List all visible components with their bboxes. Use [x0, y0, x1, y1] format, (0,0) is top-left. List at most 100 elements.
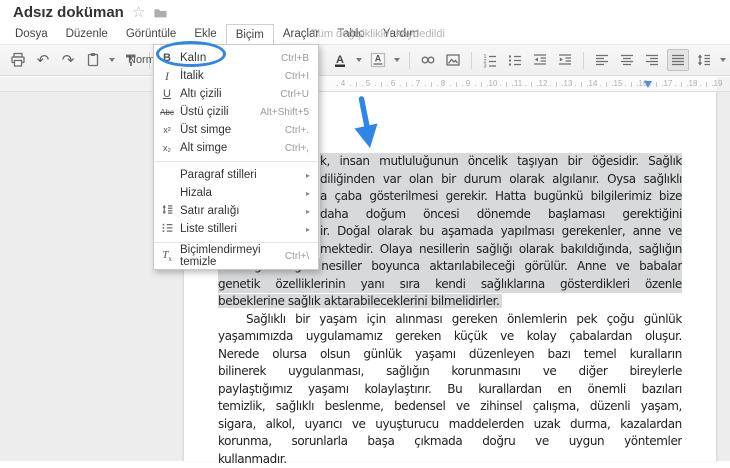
numbered-list-icon[interactable]: 123: [480, 50, 500, 70]
text-line: genetiközelliklerininyanısırakendisağlık…: [218, 276, 682, 294]
ruler-tick: [512, 85, 513, 86]
highlight-color-icon[interactable]: A: [368, 50, 388, 70]
document-header: Adsız doküman ☆: [13, 4, 168, 21]
ruler-tick: [531, 82, 532, 87]
ruler-tick: [556, 82, 557, 87]
ruler-tick: [406, 82, 407, 87]
menubar-item-biçim[interactable]: Biçim: [226, 24, 274, 44]
format-menu-item-i̇talik[interactable]: IİtalikCtrl+I: [154, 67, 318, 85]
text-line: korunma,sorunlarlabaşaçıkmadadoğruveuygu…: [218, 433, 682, 451]
menubar-item-dosya[interactable]: Dosya: [6, 24, 57, 44]
format-menu-item-üst-simge[interactable]: x²Üst simgeCtrl+.: [154, 121, 318, 139]
menu-item-shortcut: Ctrl+.: [285, 125, 318, 136]
menu-separator: [154, 161, 318, 162]
text-line: ir.Doğalolarakbuaşamadayapılmasıgerekenl…: [320, 223, 682, 241]
text-color-icon[interactable]: A: [330, 50, 350, 70]
ruler-tick: [631, 82, 632, 87]
ruler: 45678910111213141516171819: [0, 77, 730, 92]
align-center-icon[interactable]: [617, 50, 637, 70]
superscript-icon: x²: [154, 125, 180, 136]
underline-icon: U: [154, 88, 180, 100]
submenu-arrow-icon: ▸: [306, 171, 318, 180]
dropdown-caret-icon[interactable]: [720, 58, 726, 62]
menu-item-label: Biçimlendirmeyi temizle: [180, 244, 285, 268]
format-menu-item-hizala[interactable]: Hizala▸: [154, 184, 318, 202]
format-menu-item-liste-stilleri[interactable]: Liste stilleri▸: [154, 220, 318, 238]
ruler-tick: [606, 82, 607, 87]
print-icon[interactable]: [8, 50, 28, 70]
ruler-tick: [462, 85, 463, 86]
format-menu-item-paragraf-stilleri[interactable]: Paragraf stilleri▸: [154, 166, 318, 184]
line-spacing-icon[interactable]: [694, 50, 714, 70]
ruler-number: 4: [341, 79, 345, 88]
menu-item-shortcut: Alt+Shift+5: [260, 107, 318, 118]
ruler-number: 13: [564, 79, 573, 88]
menu-item-shortcut: Ctrl+\: [285, 251, 318, 262]
text-line: yaşamımızdauygulamamızgerekenküçükvekola…: [218, 328, 682, 346]
ruler-tick: [612, 85, 613, 86]
text-line: açabagösterilmesigerekir.Hattabugünkübil…: [320, 188, 682, 206]
insert-image-icon[interactable]: [443, 50, 463, 70]
menu-item-shortcut: Ctrl+B: [281, 53, 318, 64]
bulleted-list-icon[interactable]: [505, 50, 525, 70]
menu-item-label: Liste stilleri: [180, 223, 306, 235]
folder-icon[interactable]: [153, 6, 168, 19]
save-status: Tüm değişiklikler kaydedildi: [311, 24, 445, 44]
format-menu-item-alt-simge[interactable]: x₂Alt simgeCtrl+,: [154, 139, 318, 157]
format-menu-item-satır-aralığı[interactable]: Satır aralığı▸: [154, 202, 318, 220]
document-title[interactable]: Adsız doküman: [13, 4, 124, 21]
insert-link-icon[interactable]: [418, 50, 438, 70]
ruler-tick: [412, 85, 413, 86]
menu-item-label: İtalik: [180, 70, 285, 82]
menu-item-label: Alt simge: [180, 142, 285, 154]
ruler-tick: [350, 85, 351, 86]
toolbar: ↶↷ Normal m... AA123: [0, 44, 730, 76]
text-line: diliğindenvarolanbirdurumolarakalgılanır…: [320, 171, 682, 189]
toolbar-separator: [471, 52, 472, 69]
italic-icon: I: [154, 69, 180, 84]
format-menu-item-üstü-çizili[interactable]: AbcÜstü çiziliAlt+Shift+5: [154, 103, 318, 121]
undo-icon[interactable]: ↶: [33, 50, 53, 70]
ruler-number: 14: [589, 79, 598, 88]
ruler-tick: [375, 85, 376, 86]
dropdown-caret-icon[interactable]: [356, 58, 362, 62]
menu-item-shortcut: Ctrl+U: [280, 89, 318, 100]
ruler-tick: [662, 85, 663, 86]
format-menu-item-altı-çizili[interactable]: UAltı çiziliCtrl+U: [154, 85, 318, 103]
ruler-tick: [687, 85, 688, 86]
menu-item-label: Paragraf stilleri: [180, 169, 306, 181]
subscript-icon: x₂: [154, 143, 180, 154]
toolbar-separator: [409, 52, 410, 69]
annotation-arrow-icon: [345, 92, 395, 154]
svg-text:3: 3: [484, 64, 487, 69]
menubar-item-görüntüle[interactable]: Görüntüle: [117, 24, 186, 44]
justify-icon[interactable]: [667, 49, 689, 71]
text-line: temizlik,sağlıklıbeslenme,bedenselvezihi…: [218, 398, 682, 416]
text-line: bebeklerine sağlık aktarabileceklerini b…: [218, 293, 682, 311]
format-menu-item-biçimlendirmeyi-temizle[interactable]: TxBiçimlendirmeyi temizleCtrl+\: [154, 247, 318, 265]
decrease-indent-icon[interactable]: [530, 50, 550, 70]
ruler-number: 8: [441, 79, 445, 88]
align-left-icon[interactable]: [592, 50, 612, 70]
menubar-item-düzenle[interactable]: Düzenle: [57, 24, 117, 44]
right-indent-marker[interactable]: [644, 81, 652, 88]
line-spacing-icon: [154, 203, 180, 219]
ruler-tick: [425, 85, 426, 86]
toolbar-right-group: AA 123: [330, 45, 727, 75]
ruler-tick: [706, 82, 707, 87]
star-icon[interactable]: ☆: [132, 5, 145, 20]
ruler-tick: [525, 85, 526, 86]
dropdown-caret-icon[interactable]: [394, 58, 400, 62]
ruler-number: 18: [689, 79, 698, 88]
increase-indent-icon[interactable]: [555, 50, 575, 70]
menu-item-shortcut: Ctrl+I: [285, 71, 318, 82]
menu-separator: [154, 242, 318, 243]
menu-item-label: Satır aralığı: [180, 205, 306, 217]
redo-icon[interactable]: ↷: [58, 50, 78, 70]
paste-icon[interactable]: [83, 50, 103, 70]
ruler-tick: [600, 85, 601, 86]
text-line: sigara,alkol,uyarıcıveuyuşturucumaddeler…: [218, 416, 682, 434]
align-right-icon[interactable]: [642, 50, 662, 70]
ruler-tick: [575, 85, 576, 86]
dropdown-caret-icon[interactable]: [109, 58, 115, 62]
